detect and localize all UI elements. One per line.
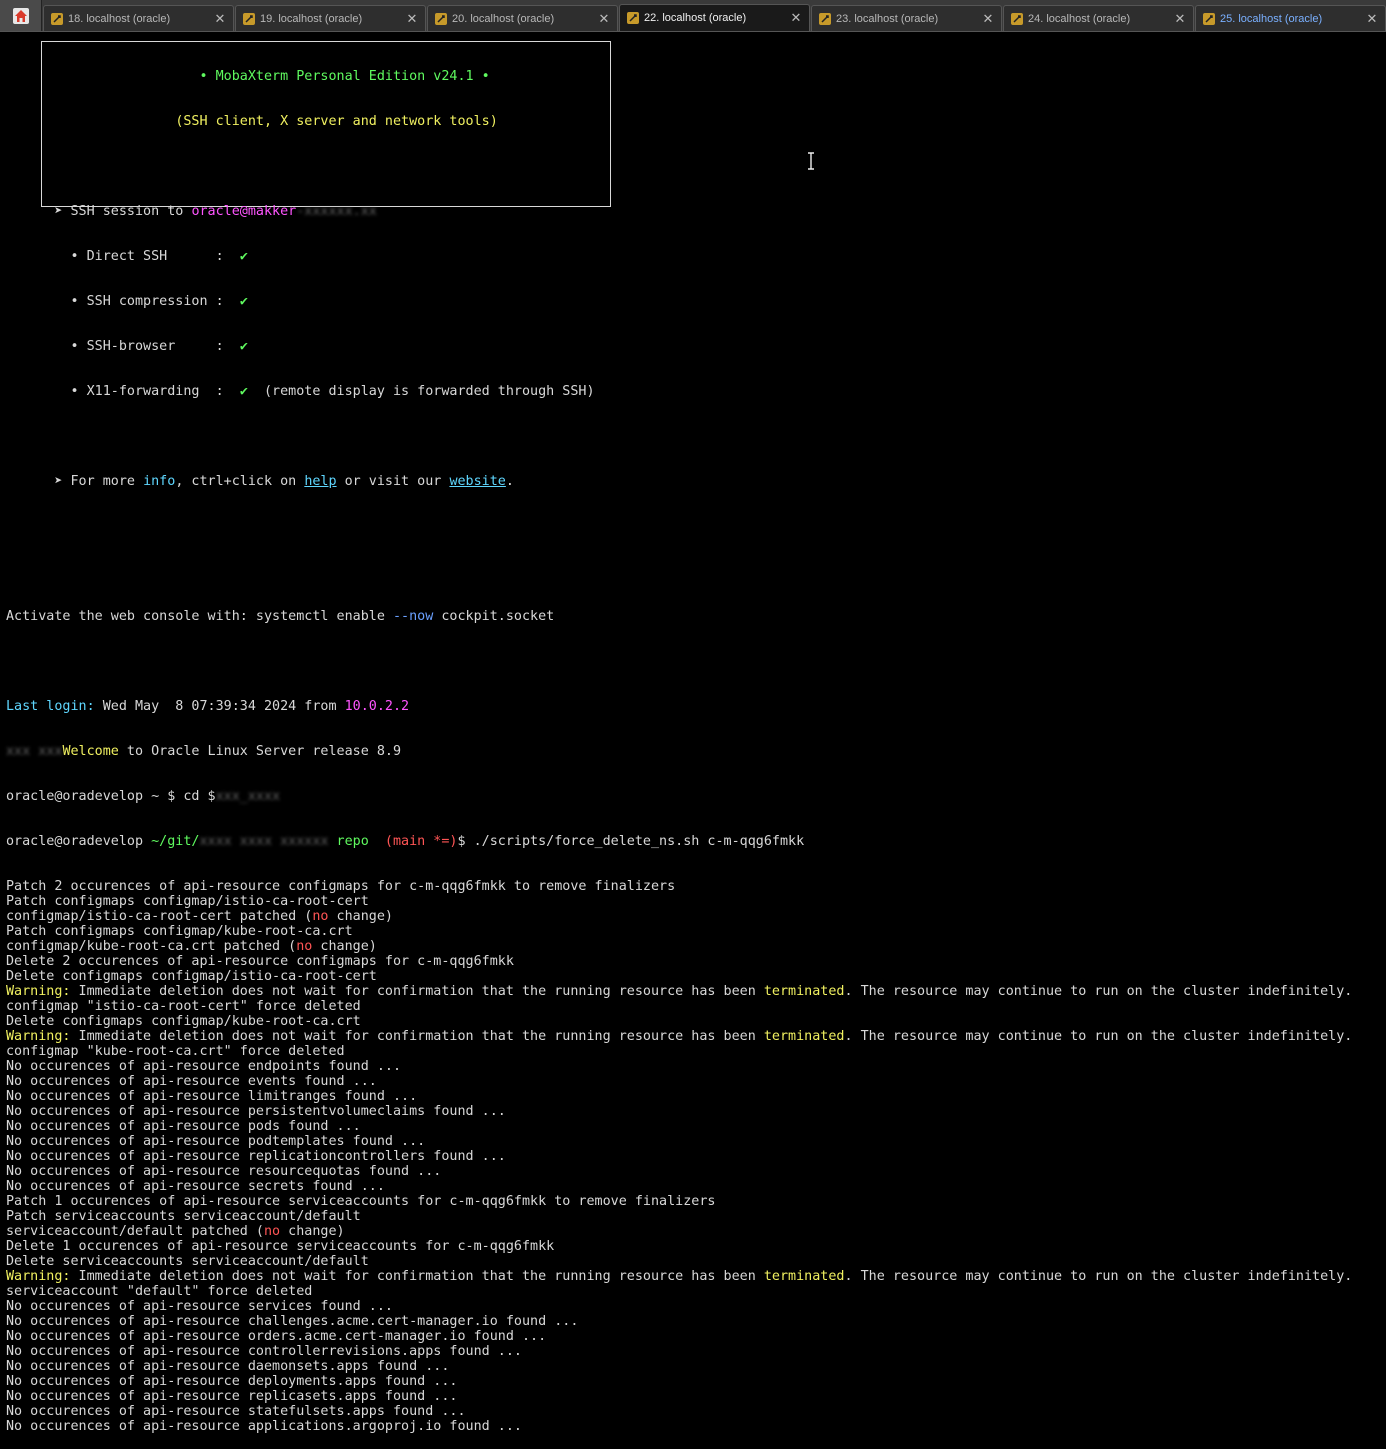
output-line: No occurences of api-resource pods found… xyxy=(6,1119,361,1134)
session-tabs: 18. localhost (oracle) ✕ 19. localhost (or… xyxy=(42,0,1386,31)
banner-subtitle: (SSH client, X server and network tools) xyxy=(175,114,498,129)
output-line: No occurences of api-resource services f… xyxy=(6,1299,393,1314)
output-line: No occurences of api-resource orders.acm… xyxy=(6,1329,547,1344)
check-icon: ✔ xyxy=(239,339,248,354)
tab-label: 25. localhost (oracle) xyxy=(1220,12,1323,25)
text-cursor-icon xyxy=(808,152,814,170)
banner-more-info: ➤ For more info, ctrl+click on help or v… xyxy=(54,474,514,489)
ssh-session-icon xyxy=(1203,12,1215,25)
info-link[interactable]: info xyxy=(143,474,175,489)
tab-label: 24. localhost (oracle) xyxy=(1028,12,1131,25)
ssh-session-icon xyxy=(435,12,447,25)
banner-ssh-browser: • SSH-browser : ✔ xyxy=(54,339,248,354)
output-line: configmap/istio-ca-root-cert patched (no… xyxy=(6,909,393,924)
close-icon[interactable]: ✕ xyxy=(405,11,419,27)
close-icon[interactable]: ✕ xyxy=(1173,11,1187,27)
session-tab[interactable]: 25. localhost (oracle) ✕ xyxy=(1195,5,1386,31)
output-line: No occurences of api-resource secrets fo… xyxy=(6,1179,385,1194)
output-line: No occurences of api-resource events fou… xyxy=(6,1074,377,1089)
banner-ssh-session: ➤ SSH session to oracle@makker-xxxxxx.xx xyxy=(54,204,377,219)
ssh-session-icon xyxy=(243,12,255,25)
warning-line: Warning: Immediate deletion does not wai… xyxy=(6,1269,1353,1284)
redacted-text: xxxx xxxx xxxxxx xyxy=(199,834,329,849)
check-icon: ✔ xyxy=(239,294,248,309)
session-tab[interactable]: 22. localhost (oracle) ✕ xyxy=(619,4,810,31)
session-tab[interactable]: 19. localhost (oracle) ✕ xyxy=(235,5,426,31)
session-tab[interactable]: 23. localhost (oracle) ✕ xyxy=(811,5,1002,31)
close-icon[interactable]: ✕ xyxy=(597,11,611,27)
activate-web-console: Activate the web console with: systemctl… xyxy=(6,609,555,624)
terminal-output[interactable]: • MobaXterm Personal Edition v24.1 • (SS… xyxy=(6,39,1386,1449)
session-tab[interactable]: 18. localhost (oracle) ✕ xyxy=(43,5,234,31)
output-line: configmap "istio-ca-root-cert" force del… xyxy=(6,999,361,1014)
tab-label: 20. localhost (oracle) xyxy=(452,12,555,25)
tab-label: 18. localhost (oracle) xyxy=(68,12,171,25)
session-tab[interactable]: 20. localhost (oracle) ✕ xyxy=(427,5,618,31)
output-line: Delete 1 occurences of api-resource serv… xyxy=(6,1239,555,1254)
home-tab[interactable] xyxy=(0,0,42,31)
output-line: Patch configmaps configmap/istio-ca-root… xyxy=(6,894,369,909)
close-icon[interactable]: ✕ xyxy=(789,10,803,26)
output-line: No occurences of api-resource podtemplat… xyxy=(6,1134,426,1149)
output-line: No occurences of api-resource limitrange… xyxy=(6,1089,418,1104)
script-output: Patch 2 occurences of api-resource confi… xyxy=(6,879,1386,1434)
output-line: No occurences of api-resource challenges… xyxy=(6,1314,579,1329)
prompt-cd-line: oracle@oradevelop ~ $ cd $xxx_xxxx xyxy=(6,789,281,804)
output-line: Patch configmaps configmap/kube-root-ca.… xyxy=(6,924,353,939)
redacted-host: -xxxxxx.xx xyxy=(296,204,377,219)
output-line: No occurences of api-resource replicaset… xyxy=(6,1389,458,1404)
output-line: No occurences of api-resource daemonsets… xyxy=(6,1359,450,1374)
banner-direct-ssh: • Direct SSH : ✔ xyxy=(54,249,248,264)
ssh-session-icon xyxy=(627,12,639,24)
output-line: No occurences of api-resource endpoints … xyxy=(6,1059,402,1074)
banner-title: • MobaXterm Personal Edition v24.1 • xyxy=(199,69,490,84)
redacted-text: xxx_xxxx xyxy=(215,789,281,804)
output-line: No occurences of api-resource statefulse… xyxy=(6,1404,466,1419)
redacted-text: xxx xxx xyxy=(6,744,63,759)
output-line: No occurences of api-resource deployment… xyxy=(6,1374,458,1389)
tab-label: 19. localhost (oracle) xyxy=(260,12,363,25)
tab-label: 22. localhost (oracle) xyxy=(644,12,747,24)
banner-ssh-compression: • SSH compression : ✔ xyxy=(54,294,248,309)
output-line: serviceaccount/default patched (no chang… xyxy=(6,1224,345,1239)
output-line: Delete configmaps configmap/istio-ca-roo… xyxy=(6,969,377,984)
output-line: configmap "kube-root-ca.crt" force delet… xyxy=(6,1044,345,1059)
help-link[interactable]: help xyxy=(304,474,336,489)
close-icon[interactable]: ✕ xyxy=(1365,11,1379,27)
output-line: No occurences of api-resource resourcequ… xyxy=(6,1164,442,1179)
output-line: No occurences of api-resource applicatio… xyxy=(6,1419,522,1434)
output-line: Patch serviceaccounts serviceaccount/def… xyxy=(6,1209,361,1224)
output-line: No occurences of api-resource persistent… xyxy=(6,1104,506,1119)
session-tab[interactable]: 24. localhost (oracle) ✕ xyxy=(1003,5,1194,31)
website-link[interactable]: website xyxy=(449,474,505,489)
output-line: No occurences of api-resource controller… xyxy=(6,1344,522,1359)
output-line: Patch 2 occurences of api-resource confi… xyxy=(6,879,676,894)
warning-line: Warning: Immediate deletion does not wai… xyxy=(6,1029,1353,1044)
home-icon xyxy=(12,7,29,24)
output-line: serviceaccount "default" force deleted xyxy=(6,1284,313,1299)
ssh-session-icon xyxy=(51,12,63,25)
output-line: Patch 1 occurences of api-resource servi… xyxy=(6,1194,716,1209)
prompt-script-line: oracle@oradevelop ~/git/xxxx xxxx xxxxxx… xyxy=(6,834,805,849)
close-icon[interactable]: ✕ xyxy=(981,11,995,27)
ssh-session-icon xyxy=(819,12,831,25)
tab-bar: 18. localhost (oracle) ✕ 19. localhost (or… xyxy=(0,0,1386,32)
tab-label: 23. localhost (oracle) xyxy=(836,12,939,25)
ssh-session-icon xyxy=(1011,12,1023,25)
output-line: Delete configmaps configmap/kube-root-ca… xyxy=(6,1014,361,1029)
close-icon[interactable]: ✕ xyxy=(213,11,227,27)
warning-line: Warning: Immediate deletion does not wai… xyxy=(6,984,1353,999)
banner-x11: • X11-forwarding : ✔ (remote display is … xyxy=(54,384,595,399)
output-line: Delete serviceaccounts serviceaccount/de… xyxy=(6,1254,369,1269)
output-line: Delete 2 occurences of api-resource conf… xyxy=(6,954,514,969)
check-icon: ✔ xyxy=(239,384,248,399)
output-line: No occurences of api-resource replicatio… xyxy=(6,1149,506,1164)
last-login-line: Last login: Wed May 8 07:39:34 2024 from… xyxy=(6,699,410,714)
welcome-line: xxx xxxWelcome to Oracle Linux Server re… xyxy=(6,744,402,759)
output-line: configmap/kube-root-ca.crt patched (no c… xyxy=(6,939,377,954)
check-icon: ✔ xyxy=(239,249,248,264)
